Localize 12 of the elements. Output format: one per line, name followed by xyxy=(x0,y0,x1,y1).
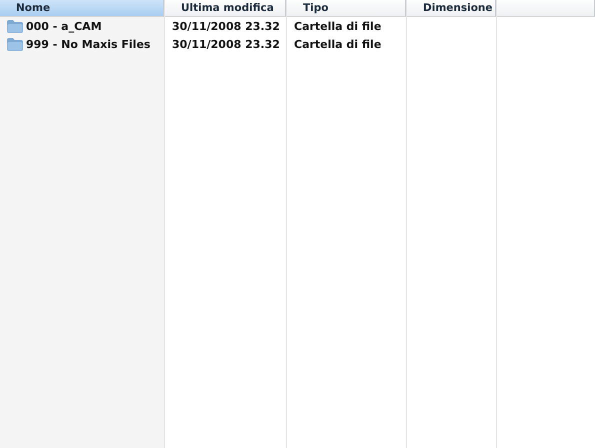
table-cell: 30/11/2008 23.32 xyxy=(172,38,280,50)
file-name[interactable]: 999 - No Maxis Files xyxy=(26,38,150,50)
table-cell: 30/11/2008 23.32 xyxy=(172,20,280,32)
table-cell: Cartella di file xyxy=(294,20,382,32)
file-name[interactable]: 000 - a_CAM xyxy=(26,20,102,32)
folder-icon xyxy=(7,38,23,50)
column-header[interactable]: Ultima modifica xyxy=(165,0,286,17)
folder-icon xyxy=(7,20,23,32)
column-header[interactable]: Tipo xyxy=(287,0,406,17)
column-header[interactable]: Dimensione xyxy=(407,0,496,17)
column-header[interactable]: Nome xyxy=(0,0,164,17)
table-cell: Cartella di file xyxy=(294,38,382,50)
